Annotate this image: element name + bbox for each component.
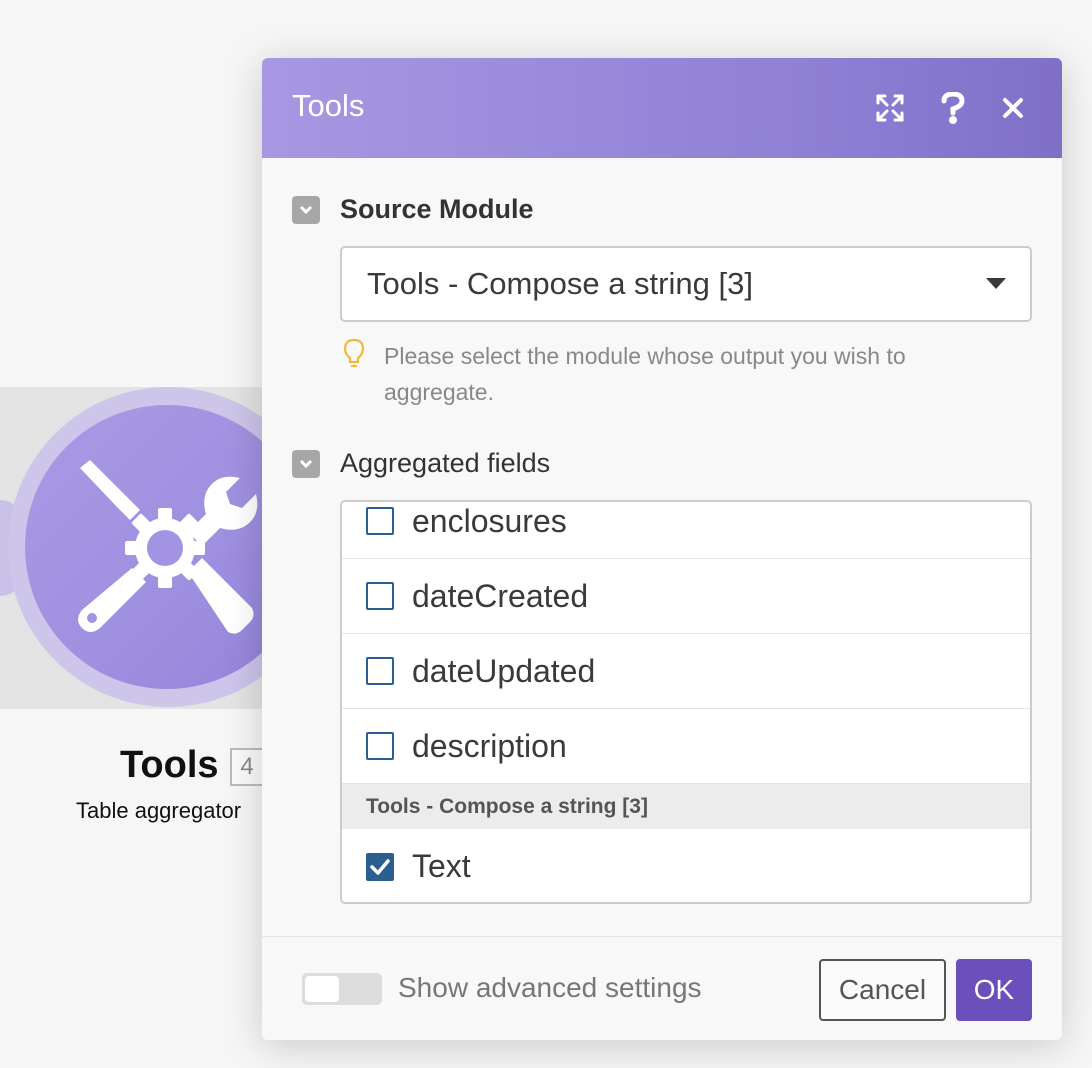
field-checkbox-checked[interactable] [366, 852, 394, 881]
help-button[interactable] [933, 88, 973, 128]
field-label: dateCreated [412, 577, 589, 614]
field-group-header: Tools - Compose a string [3] [342, 784, 1030, 829]
dialog-title: Tools [292, 88, 365, 123]
module-subtitle: Table aggregator [76, 798, 242, 823]
field-row-datecreated[interactable]: dateCreated [342, 559, 1030, 634]
close-icon [1003, 98, 1023, 118]
aggregated-fields-collapse-toggle[interactable] [292, 450, 320, 478]
field-row-text[interactable]: Text [342, 829, 1030, 902]
source-module-selected-value: Tools - Compose a string [3] [367, 266, 753, 301]
ok-button[interactable]: OK [956, 959, 1032, 1021]
field-row-description[interactable]: description [342, 709, 1030, 784]
dialog-header: Tools [262, 58, 1062, 158]
tools-icon [78, 460, 258, 634]
field-row-enclosures[interactable]: enclosures [342, 502, 1030, 559]
dialog-footer: Show advanced settings Cancel OK [262, 936, 1062, 1040]
module-id-badge: 4 [230, 748, 264, 786]
aggregated-fields-label: Aggregated fields [340, 448, 551, 478]
field-label: description [412, 727, 567, 764]
field-row-dateupdated[interactable]: dateUpdated [342, 634, 1030, 709]
checkmark-icon [370, 858, 390, 875]
chevron-down-icon [299, 205, 313, 215]
expand-icon [876, 94, 904, 122]
advanced-settings-label[interactable]: Show advanced settings [398, 972, 702, 1004]
expand-button[interactable] [870, 88, 910, 128]
source-module-select[interactable]: Tools - Compose a string [3] [340, 246, 1032, 322]
field-checkbox[interactable] [366, 732, 394, 760]
caret-down-icon [986, 278, 1006, 289]
source-module-label: Source Module [340, 194, 534, 224]
cancel-button[interactable]: Cancel [819, 959, 946, 1021]
field-checkbox[interactable] [366, 507, 394, 535]
toggle-knob [305, 976, 339, 1002]
aggregated-fields-list[interactable]: enclosures dateCreated dateUpdated descr… [340, 500, 1032, 904]
field-label: Text [412, 848, 471, 884]
module-title: Tools [120, 744, 219, 786]
field-label: enclosures [412, 502, 567, 539]
source-module-hint: Please select the module whose output yo… [384, 343, 906, 405]
source-module-collapse-toggle[interactable] [292, 196, 320, 224]
help-icon [941, 92, 965, 124]
lightbulb-icon [343, 338, 365, 368]
field-checkbox[interactable] [366, 657, 394, 685]
close-button[interactable] [993, 88, 1033, 128]
field-checkbox[interactable] [366, 582, 394, 610]
field-label: dateUpdated [412, 652, 596, 689]
advanced-settings-toggle[interactable] [302, 973, 382, 1005]
module-settings-dialog: Tools Source Module Tools - Compose a st… [262, 58, 1062, 1040]
chevron-down-icon [299, 459, 313, 469]
